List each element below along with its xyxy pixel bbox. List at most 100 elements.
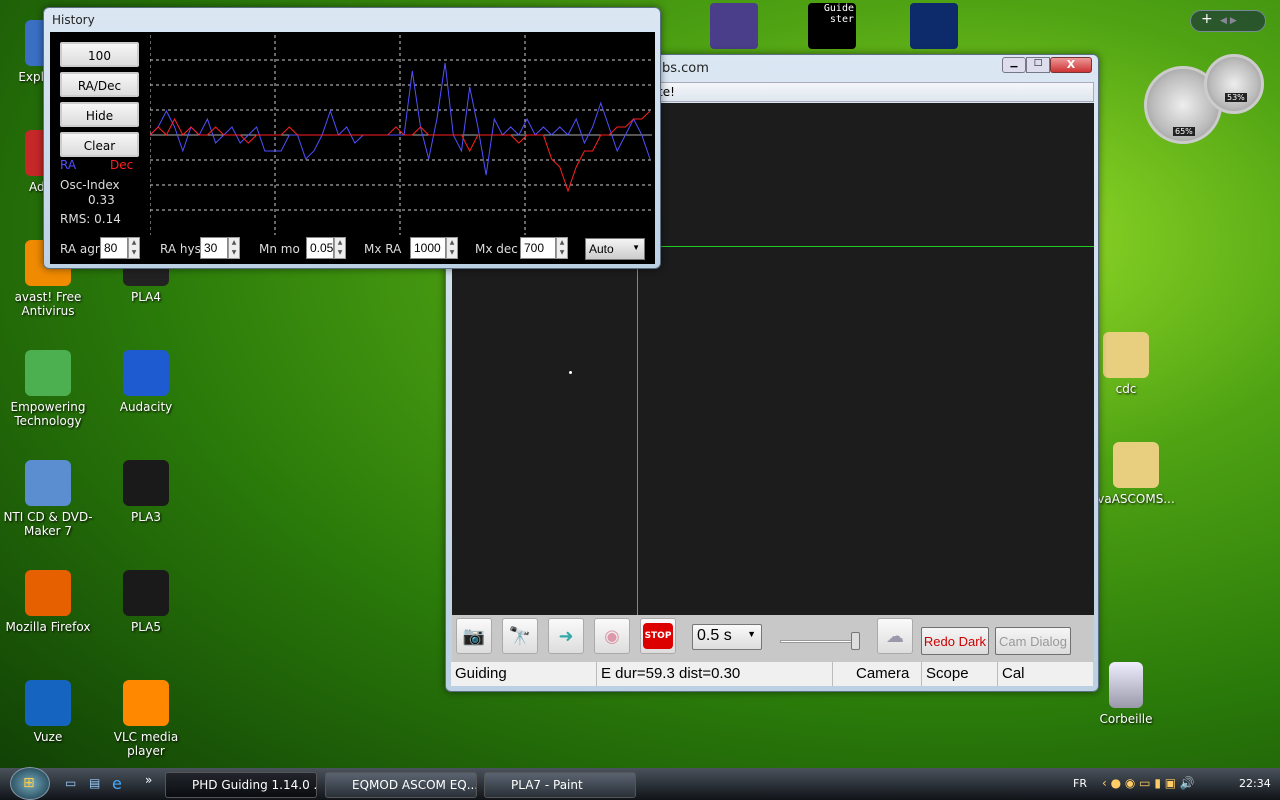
chevron-down-icon: ▼ bbox=[632, 243, 640, 252]
guide-button[interactable]: ◉ bbox=[594, 618, 630, 654]
memory-gauge: 53% bbox=[1204, 54, 1264, 114]
param-label: Mx dec bbox=[475, 242, 518, 256]
zip-folder-icon bbox=[1113, 442, 1159, 488]
desktop-icon[interactable]: VLC media player bbox=[98, 680, 194, 758]
task-eqmod[interactable]: EQMOD ASCOM EQ... bbox=[325, 772, 477, 798]
desktop-icon[interactable]: Mozilla Firefox bbox=[0, 570, 96, 634]
windows-logo-icon: ⊞ bbox=[23, 775, 35, 791]
status-info: E dur=59.3 dist=0.30 bbox=[599, 662, 833, 686]
param-label: Mn mo bbox=[259, 242, 300, 256]
icon-label: Vuze bbox=[33, 730, 63, 744]
history-button-100[interactable]: 100 bbox=[60, 42, 139, 67]
redo-dark-button[interactable]: Redo Dark bbox=[921, 627, 989, 655]
window-title: abs.com bbox=[654, 61, 709, 76]
maximize-button[interactable]: □ bbox=[1026, 57, 1050, 73]
status-cal: Cal bbox=[1002, 665, 1025, 682]
task-paint[interactable]: PLA7 - Paint bbox=[484, 772, 636, 798]
desktop-icon[interactable]: Empowering Technology bbox=[0, 350, 96, 428]
stop-button[interactable]: STOP bbox=[640, 618, 676, 654]
history-button-clear[interactable]: Clear bbox=[60, 132, 139, 157]
task-phd-guiding[interactable]: PHD Guiding 1.14.0 ... bbox=[165, 772, 317, 798]
desktop-icon[interactable]: PLA3 bbox=[98, 460, 194, 524]
show-desktop-icon[interactable]: ▭ bbox=[65, 776, 76, 790]
rms-value: RMS: 0.14 bbox=[60, 212, 121, 226]
icon-label: Mozilla Firefox bbox=[5, 620, 91, 634]
desktop-icon[interactable]: PLA5 bbox=[98, 570, 194, 634]
param-stepper[interactable]: ▲▼ bbox=[100, 237, 140, 259]
spin-arrows[interactable]: ▲ ▼ bbox=[334, 237, 346, 259]
param-input[interactable] bbox=[520, 237, 556, 259]
status-state: Guiding bbox=[453, 662, 597, 686]
language-indicator[interactable]: FR bbox=[1073, 777, 1087, 790]
chevron-down-icon: ▼ bbox=[747, 629, 756, 639]
icon-label: PLA3 bbox=[130, 510, 162, 524]
param-stepper[interactable]: ▲▼ bbox=[200, 237, 240, 259]
stop-icon: STOP bbox=[642, 623, 674, 649]
desktop-icon[interactable]: Audacity bbox=[98, 350, 194, 414]
icon-label: VLC media player bbox=[113, 730, 179, 758]
phd-logo-icon: ◉ bbox=[604, 625, 620, 647]
desktop-icon-top[interactable] bbox=[910, 3, 958, 49]
start-button[interactable]: ⊞ bbox=[10, 767, 50, 800]
history-button-radec[interactable]: RA/Dec bbox=[60, 72, 139, 97]
osc-index-label: Osc-Index bbox=[60, 178, 120, 192]
spin-arrows[interactable]: ▲ ▼ bbox=[446, 237, 458, 259]
desktop-icon-top[interactable]: Guide ster bbox=[808, 3, 856, 49]
desktop-icon-vaascoms[interactable]: vaASCOMS... bbox=[1088, 442, 1184, 506]
param-input[interactable] bbox=[410, 237, 446, 259]
app-icon bbox=[123, 460, 169, 506]
desktop-icon[interactable]: NTI CD & DVD-Maker 7 bbox=[0, 460, 96, 538]
desktop-icon[interactable]: Vuze bbox=[0, 680, 96, 744]
folder-icon bbox=[1103, 332, 1149, 378]
switch-windows-icon[interactable]: ▤ bbox=[89, 776, 100, 790]
param-label: Mx RA bbox=[364, 242, 402, 256]
app-icon bbox=[25, 460, 71, 506]
icon-label: PLA5 bbox=[130, 620, 162, 634]
spin-arrows[interactable]: ▲ ▼ bbox=[128, 237, 140, 259]
spin-arrows[interactable]: ▲ ▼ bbox=[228, 237, 240, 259]
param-stepper[interactable]: ▲▼ bbox=[520, 237, 568, 259]
param-input[interactable] bbox=[306, 237, 334, 259]
param-input[interactable] bbox=[100, 237, 128, 259]
mode-select[interactable]: Auto ▼ bbox=[585, 238, 645, 260]
param-label: RA agr bbox=[60, 242, 100, 256]
history-title: History bbox=[52, 13, 95, 27]
desktop-icon-top[interactable] bbox=[710, 3, 758, 49]
history-button-hide[interactable]: Hide bbox=[60, 102, 139, 127]
tray-icons[interactable]: ‹ ● ◉ ▭ ▮ ▣ 🔊 bbox=[1102, 776, 1195, 790]
connect-camera-button[interactable]: ➜ bbox=[548, 618, 584, 654]
clock[interactable]: 22:34 bbox=[1239, 777, 1271, 790]
arrows-icon: ➜ bbox=[558, 625, 574, 647]
close-button[interactable]: X bbox=[1050, 57, 1092, 73]
brain-button[interactable]: ☁ bbox=[877, 618, 913, 654]
param-input[interactable] bbox=[200, 237, 228, 259]
gamma-slider[interactable] bbox=[780, 632, 860, 650]
legend-dec: Dec bbox=[110, 158, 134, 172]
status-scope: Scope bbox=[924, 662, 998, 686]
connect-scope-button[interactable]: 🔭 bbox=[502, 618, 538, 654]
app-icon bbox=[123, 570, 169, 616]
spin-arrows[interactable]: ▲ ▼ bbox=[556, 237, 568, 259]
app-icon bbox=[123, 350, 169, 396]
param-label: RA hys bbox=[160, 242, 201, 256]
app-icon bbox=[123, 680, 169, 726]
param-stepper[interactable]: ▲▼ bbox=[306, 237, 346, 259]
icon-label: avast! Free Antivirus bbox=[14, 290, 82, 318]
sidebar-gadget-controls[interactable]: + ◀ ▶ bbox=[1190, 10, 1266, 32]
brain-icon: ☁ bbox=[886, 625, 904, 647]
slider-thumb[interactable] bbox=[851, 632, 860, 650]
telescope-icon: 🔭 bbox=[508, 625, 532, 647]
param-stepper[interactable]: ▲▼ bbox=[410, 237, 458, 259]
quicklaunch-chevron[interactable]: » bbox=[145, 773, 152, 787]
app-icon bbox=[25, 680, 71, 726]
legend-ra: RA bbox=[60, 158, 77, 172]
minimize-button[interactable]: ▁ bbox=[1002, 57, 1026, 73]
internet-explorer-icon[interactable]: e bbox=[112, 774, 122, 793]
loop-exposure-button[interactable]: 📷 bbox=[456, 618, 492, 654]
history-graph bbox=[150, 35, 652, 235]
cam-dialog-button[interactable]: Cam Dialog bbox=[995, 627, 1071, 655]
icon-label: NTI CD & DVD-Maker 7 bbox=[3, 510, 93, 538]
guide-star bbox=[569, 371, 572, 374]
exposure-select[interactable]: 0.5 s ▼ bbox=[692, 624, 762, 650]
icon-label: PLA4 bbox=[130, 290, 162, 304]
